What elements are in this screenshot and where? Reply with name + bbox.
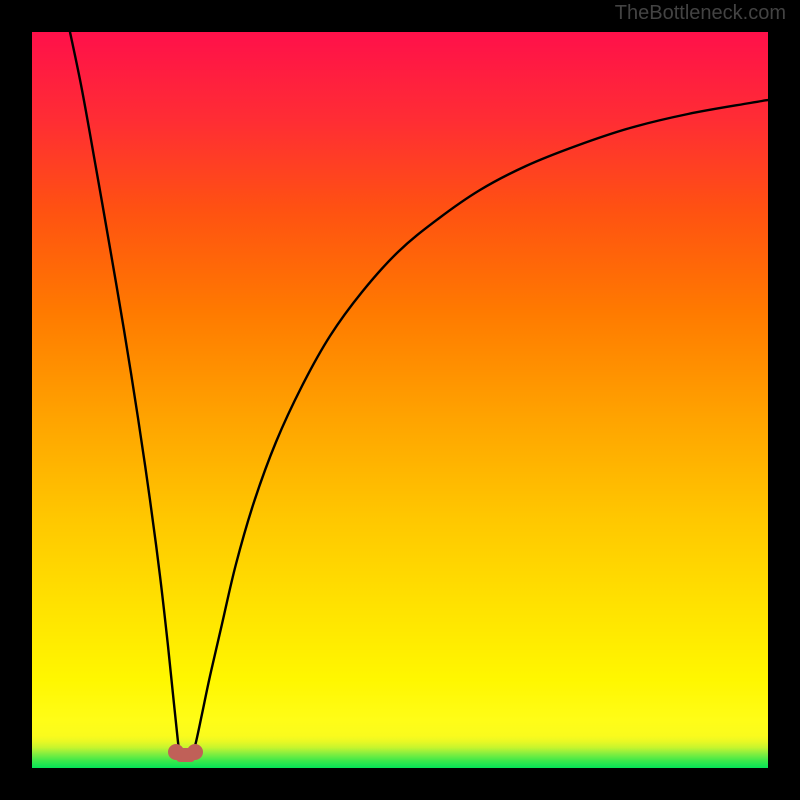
curves (70, 32, 768, 756)
marker-pt-b (187, 744, 203, 760)
marker-pt-a (168, 744, 184, 760)
curve-layer (32, 32, 768, 768)
chart-frame: TheBottleneck.com (0, 0, 800, 800)
curve-right-branch (192, 100, 768, 756)
plot-area (32, 32, 768, 768)
curve-left-branch (70, 32, 180, 756)
watermark-text: TheBottleneck.com (615, 2, 786, 25)
